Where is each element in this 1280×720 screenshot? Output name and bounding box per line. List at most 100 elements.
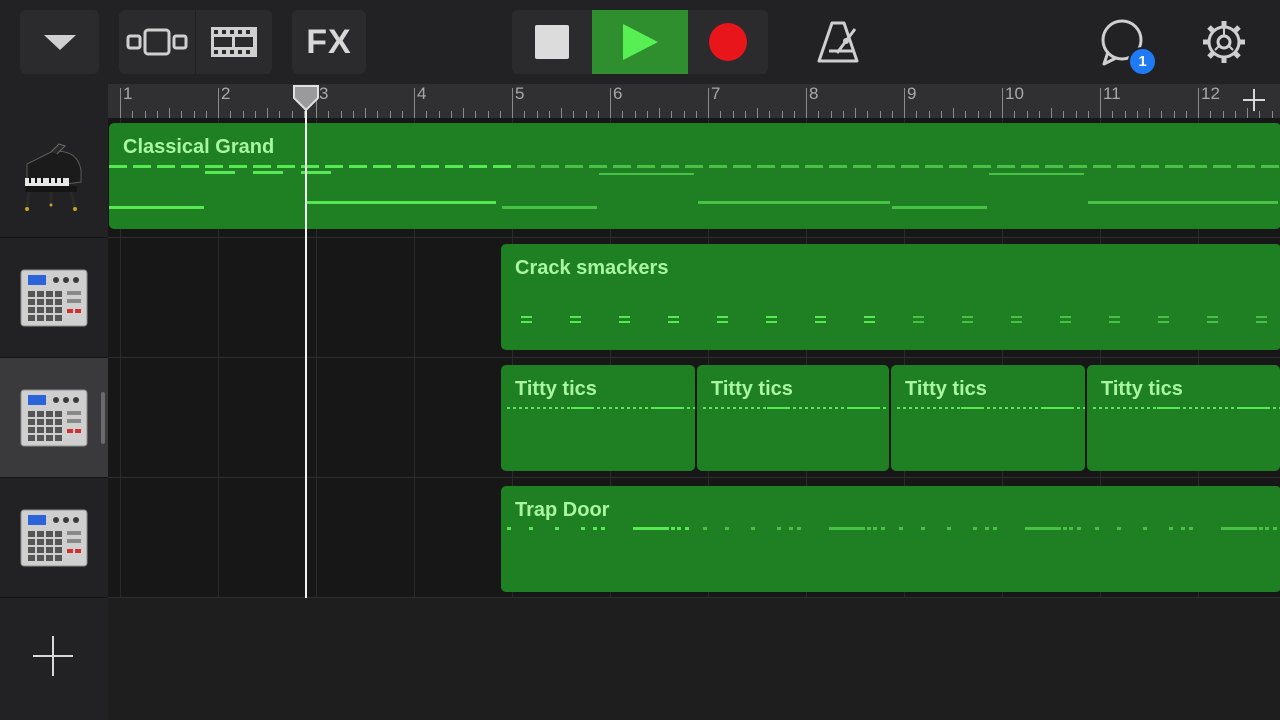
- browser-button[interactable]: [20, 10, 99, 74]
- add-section-icon[interactable]: [1240, 86, 1268, 114]
- record-button[interactable]: [688, 10, 768, 74]
- midi-note: [591, 407, 594, 409]
- midi-note: [951, 407, 954, 409]
- midi-note: [993, 407, 996, 409]
- beat-tick: [1038, 111, 1040, 118]
- bar-ruler[interactable]: 1 2 3 4 5 6 7 8 9 10 11 12: [108, 84, 1280, 118]
- midi-note: [921, 527, 925, 530]
- midi-note: [913, 316, 924, 318]
- tracks-area[interactable]: Classical Grand Crack smackers Titty tic…: [108, 118, 1280, 598]
- bar-tick: [708, 88, 709, 118]
- beat-tick: [855, 108, 856, 118]
- midi-note: [205, 171, 235, 174]
- stop-button[interactable]: [512, 10, 592, 74]
- track-header-drums-2[interactable]: [0, 358, 108, 478]
- midi-note: [961, 407, 981, 409]
- midi-note: [766, 316, 777, 318]
- beat-tick: [279, 111, 281, 118]
- midi-note: [877, 407, 880, 409]
- beat-tick: [879, 111, 881, 118]
- midi-note: [1213, 407, 1216, 409]
- midi-note: [751, 527, 755, 530]
- metronome-button[interactable]: [808, 12, 868, 72]
- settings-button[interactable]: [1196, 14, 1252, 70]
- play-button[interactable]: [592, 10, 688, 74]
- beat-tick: [377, 111, 379, 118]
- midi-note: [777, 527, 781, 530]
- beat-tick: [328, 111, 330, 118]
- tracks-view-button[interactable]: [119, 10, 196, 74]
- gear-icon: [1203, 21, 1245, 63]
- beat-tick: [634, 111, 636, 118]
- midi-note: [517, 165, 535, 168]
- midi-note: [767, 407, 787, 409]
- midi-note: [1077, 407, 1080, 409]
- midi-note: [757, 165, 775, 168]
- midi-note: [597, 407, 600, 409]
- region-classical-grand[interactable]: Classical Grand: [109, 123, 1280, 229]
- lane-divider: [108, 237, 1280, 238]
- midi-note: [903, 407, 906, 409]
- midi-note: [603, 407, 606, 409]
- midi-note: [1207, 316, 1218, 318]
- region-crack-smackers[interactable]: Crack smackers: [501, 244, 1280, 350]
- midi-note: [157, 165, 175, 168]
- midi-note: [987, 407, 990, 409]
- midi-note: [1256, 316, 1267, 318]
- midi-note: [677, 527, 681, 530]
- region-titty-tics-1[interactable]: Titty tics: [501, 365, 695, 471]
- loop-browser-button[interactable]: [196, 10, 272, 74]
- add-track-icon[interactable]: [30, 633, 76, 679]
- midi-note: [949, 165, 967, 168]
- midi-note: [985, 527, 989, 530]
- midi-note: [1095, 527, 1099, 530]
- region-trap-door[interactable]: Trap Door: [501, 486, 1280, 592]
- midi-note: [751, 407, 754, 409]
- empty-track-area[interactable]: [108, 598, 1280, 720]
- midi-note: [1041, 407, 1071, 409]
- midi-note: [739, 407, 742, 409]
- track-header-drums-1[interactable]: [0, 238, 108, 358]
- midi-note: [627, 407, 630, 409]
- midi-note: [913, 321, 924, 323]
- notification-badge: 1: [1128, 47, 1157, 76]
- stop-icon: [535, 25, 569, 59]
- beat-tick: [450, 111, 452, 118]
- fx-button[interactable]: FX: [292, 10, 366, 74]
- beat-tick: [499, 111, 501, 118]
- playhead[interactable]: [305, 104, 307, 598]
- midi-note: [599, 173, 694, 175]
- playhead-handle-icon[interactable]: [291, 84, 321, 112]
- track-resize-handle[interactable]: [101, 392, 105, 444]
- midi-note: [1071, 407, 1074, 409]
- region-titty-tics-3[interactable]: Titty tics: [891, 365, 1085, 471]
- beat-tick: [1051, 108, 1052, 118]
- midi-note: [797, 527, 801, 530]
- midi-note: [901, 165, 919, 168]
- track-header-piano[interactable]: [0, 118, 108, 238]
- midi-note: [1011, 321, 1022, 323]
- track-header-drums-3[interactable]: [0, 478, 108, 598]
- midi-note: [1029, 407, 1032, 409]
- region-label: Titty tics: [1101, 378, 1183, 400]
- bar-tick: [1002, 88, 1003, 118]
- grand-piano-icon: [25, 142, 82, 211]
- midi-note: [1237, 407, 1267, 409]
- beat-tick: [169, 108, 170, 118]
- beat-tick: [365, 108, 366, 118]
- midi-note: [421, 165, 439, 168]
- midi-note: [1195, 407, 1198, 409]
- region-titty-tics-2[interactable]: Titty tics: [697, 365, 889, 471]
- midi-note: [829, 527, 865, 530]
- bar-tick: [806, 88, 807, 118]
- bar-number: 1: [123, 84, 133, 103]
- midi-note: [725, 527, 729, 530]
- midi-note: [1117, 527, 1121, 530]
- midi-note: [787, 407, 790, 409]
- midi-note: [1157, 407, 1177, 409]
- region-titty-tics-4[interactable]: Titty tics: [1087, 365, 1280, 471]
- beat-tick: [1234, 111, 1236, 118]
- midi-note: [521, 321, 532, 323]
- midi-note: [277, 165, 295, 168]
- midi-note: [181, 165, 199, 168]
